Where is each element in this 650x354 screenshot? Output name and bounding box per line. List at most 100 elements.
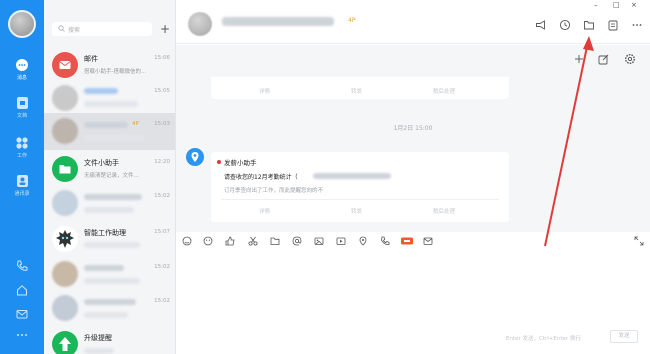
message-card[interactable]: 发薪小助手 请查收您的12月考勤统计（ 订月季查向出了工作，而此提醒您向的不 详… bbox=[211, 152, 509, 222]
at-icon bbox=[292, 236, 302, 246]
clock-icon bbox=[559, 19, 571, 31]
chat-icon bbox=[16, 59, 28, 71]
file-button[interactable] bbox=[270, 236, 280, 246]
card-action-detail[interactable]: 详情 bbox=[259, 207, 270, 215]
conversation-name: 文件小助手 bbox=[84, 159, 119, 167]
conversation-item[interactable]: 4P 15:03 bbox=[44, 113, 175, 150]
edit-button[interactable] bbox=[596, 52, 610, 66]
nav-item-work[interactable]: 工作 bbox=[0, 136, 44, 159]
close-button[interactable]: × bbox=[631, 1, 637, 9]
bot-avatar[interactable] bbox=[186, 148, 204, 166]
conversation-item[interactable]: 15:02 bbox=[44, 185, 175, 222]
chat-header: 4P – □ × bbox=[176, 0, 650, 44]
previous-message-card: 详情 转发 稍后处理 bbox=[211, 77, 509, 99]
more-button[interactable] bbox=[0, 332, 44, 338]
search-placeholder: 搜索 bbox=[68, 27, 81, 34]
files-button[interactable] bbox=[582, 18, 596, 32]
redacted-preview bbox=[84, 135, 144, 141]
redacted-preview bbox=[84, 348, 114, 354]
conversation-time: 15:02 bbox=[154, 298, 170, 304]
conversation-avatar bbox=[52, 118, 78, 144]
robot-icon bbox=[56, 230, 74, 248]
send-button[interactable]: 发送 bbox=[610, 330, 638, 343]
redacted-subject bbox=[313, 173, 391, 179]
email-button[interactable] bbox=[423, 236, 433, 246]
nav-item-contacts[interactable]: 通讯录 bbox=[0, 174, 44, 197]
phone-button[interactable] bbox=[0, 260, 44, 272]
minimize-button[interactable]: – bbox=[594, 1, 598, 9]
card-action-forward[interactable]: 转发 bbox=[351, 87, 362, 95]
redacted-preview bbox=[84, 312, 128, 318]
conversation-item[interactable]: 文件小助手 无痛清楚记录，文件... 12:20 bbox=[44, 151, 175, 188]
screenshot-button[interactable] bbox=[248, 236, 258, 246]
image-button[interactable] bbox=[314, 236, 324, 246]
chat-panel: 4P – □ × 详情 转发 稍后处理 1月2日 15:00 发薪小助手 请查收… bbox=[176, 0, 650, 354]
location-pin-icon bbox=[191, 152, 199, 162]
card-action-later[interactable]: 稍后处理 bbox=[433, 207, 455, 215]
sticker-button[interactable] bbox=[203, 236, 213, 246]
card-action-later[interactable]: 稍后处理 bbox=[433, 87, 455, 95]
message-body: 订月季查向出了工作，而此提醒您向的不 bbox=[224, 188, 324, 194]
video-button[interactable] bbox=[336, 236, 346, 246]
emoji-button[interactable] bbox=[182, 236, 192, 246]
redacted-preview bbox=[84, 242, 140, 248]
search-input[interactable]: 搜索 bbox=[52, 22, 152, 36]
redacted-preview bbox=[84, 101, 138, 107]
nav-label-docs: 文档 bbox=[16, 113, 27, 119]
conversation-name: 智能工作助理 bbox=[84, 229, 126, 237]
expand-input-button[interactable] bbox=[634, 236, 644, 246]
nav-item-messages[interactable]: 消息 bbox=[0, 58, 44, 81]
conversation-avatar bbox=[52, 85, 78, 111]
conversation-time: 15:02 bbox=[154, 264, 170, 270]
video-icon bbox=[336, 237, 346, 245]
conversation-item[interactable]: 15:02 bbox=[44, 290, 175, 327]
nav-label-work: 工作 bbox=[16, 153, 27, 159]
notes-button[interactable] bbox=[606, 18, 620, 32]
home-button[interactable] bbox=[0, 284, 44, 296]
conversation-time: 15:02 bbox=[154, 193, 170, 199]
send-hint: Enter 发送，Ctrl+Enter 换行 bbox=[506, 336, 581, 342]
contacts-icon bbox=[16, 175, 28, 187]
chat-avatar[interactable] bbox=[188, 12, 212, 36]
more-icon bbox=[632, 24, 642, 26]
add-chat-button[interactable]: + bbox=[159, 22, 171, 36]
message-timestamp: 1月2日 15:00 bbox=[393, 125, 433, 132]
card-action-detail[interactable]: 详情 bbox=[259, 87, 270, 95]
phone-icon bbox=[16, 260, 28, 271]
announce-button[interactable] bbox=[534, 18, 548, 32]
redacted-name bbox=[84, 88, 118, 94]
conversation-avatar bbox=[52, 261, 78, 287]
settings-button[interactable] bbox=[623, 52, 637, 66]
redacted-name bbox=[84, 122, 128, 128]
mention-button[interactable] bbox=[292, 236, 302, 246]
maximize-button[interactable]: □ bbox=[613, 1, 620, 9]
live-button[interactable] bbox=[400, 236, 414, 246]
conversation-avatar bbox=[52, 295, 78, 321]
more-options-button[interactable] bbox=[630, 18, 644, 32]
nav-item-docs[interactable]: 文档 bbox=[0, 96, 44, 119]
message-area: 详情 转发 稍后处理 1月2日 15:00 发薪小助手 请查收您的12月考勤统计… bbox=[176, 45, 650, 232]
live-badge-icon bbox=[401, 237, 413, 245]
conversation-tag: 4P bbox=[132, 121, 139, 127]
mail-icon bbox=[59, 61, 71, 69]
conversation-item[interactable]: 智能工作助理 15:07 bbox=[44, 221, 175, 258]
unread-dot bbox=[217, 160, 221, 164]
like-button[interactable] bbox=[225, 236, 235, 246]
conversation-item[interactable]: 15:02 bbox=[44, 256, 175, 293]
call-button[interactable] bbox=[380, 236, 390, 246]
conversation-item[interactable]: 15:05 bbox=[44, 80, 175, 117]
location-button[interactable] bbox=[358, 236, 368, 246]
conversation-avatar bbox=[52, 226, 78, 252]
card-action-forward[interactable]: 转发 bbox=[351, 207, 362, 215]
conversation-item[interactable]: 升级提醒 bbox=[44, 326, 175, 354]
plus-icon bbox=[575, 55, 583, 63]
history-button[interactable] bbox=[558, 18, 572, 32]
redacted-preview bbox=[84, 278, 140, 284]
chat-title-redacted bbox=[222, 17, 334, 26]
add-button[interactable] bbox=[572, 52, 586, 66]
user-avatar[interactable] bbox=[8, 10, 36, 38]
conversation-item[interactable]: 邮件 搭载小助手-搭载微信的... 15:06 bbox=[44, 47, 175, 84]
conversation-time: 12:20 bbox=[154, 159, 170, 165]
mail-button[interactable] bbox=[0, 308, 44, 320]
image-icon bbox=[314, 237, 324, 245]
